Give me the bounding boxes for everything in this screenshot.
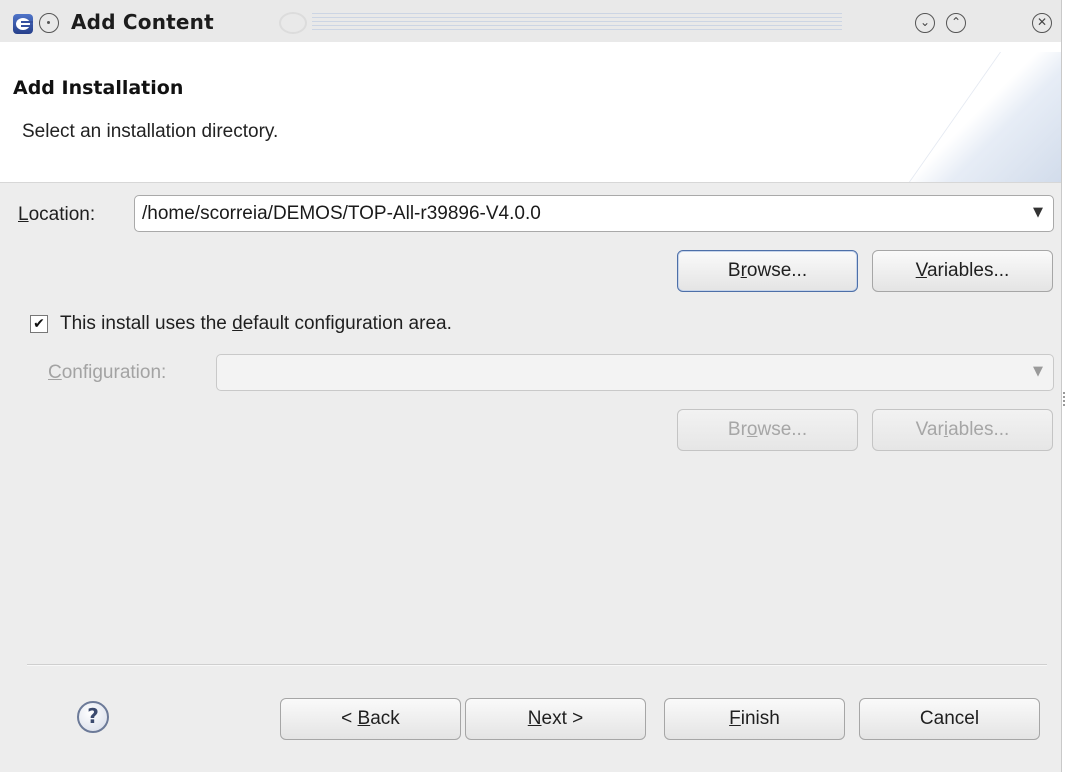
header-banner-graphic <box>911 52 1061 182</box>
back-button[interactable]: < Back <box>280 698 461 740</box>
location-browse-button[interactable]: Browse... <box>677 250 858 292</box>
location-value: /home/scorreia/DEMOS/TOP-All-r39896-V4.0… <box>142 203 541 224</box>
title-bar[interactable]: Add Content ⌄ ⌃ ✕ <box>0 0 1061 42</box>
close-button[interactable]: ✕ <box>1032 13 1052 33</box>
resize-grip[interactable] <box>1063 392 1065 406</box>
footer-separator <box>27 664 1047 666</box>
page-title: Add Installation <box>13 77 184 99</box>
maximize-button[interactable]: ⌃ <box>946 13 966 33</box>
finish-button[interactable]: Finish <box>664 698 845 740</box>
default-config-label[interactable]: This install uses the default configurat… <box>60 313 452 335</box>
title-bar-drag-area[interactable] <box>312 13 842 30</box>
chevron-down-icon: ⌄ <box>919 15 931 29</box>
location-label: Location: <box>18 204 96 225</box>
close-icon: ✕ <box>1036 15 1048 29</box>
chevron-down-icon[interactable]: ▼ <box>1033 364 1043 379</box>
title-decoration <box>279 12 307 34</box>
location-combo[interactable]: /home/scorreia/DEMOS/TOP-All-r39896-V4.0… <box>134 195 1054 232</box>
wizard-header: Add Installation Select an installation … <box>0 42 1061 183</box>
default-config-checkbox[interactable]: ✔ <box>30 315 48 333</box>
next-button[interactable]: Next > <box>465 698 646 740</box>
chevron-up-icon: ⌃ <box>950 15 962 29</box>
checkmark-icon: ✔ <box>33 316 45 332</box>
page-description: Select an installation directory. <box>22 121 279 142</box>
eclipse-app-icon <box>13 14 33 34</box>
configuration-label: Configuration: <box>48 362 167 383</box>
window-menu-icon[interactable] <box>39 13 59 33</box>
window-title: Add Content <box>71 10 214 34</box>
help-icon[interactable]: ? <box>77 701 109 733</box>
chevron-down-icon[interactable]: ▼ <box>1033 205 1043 220</box>
configuration-variables-button[interactable]: Variables... <box>872 409 1053 451</box>
cancel-button[interactable]: Cancel <box>859 698 1040 740</box>
configuration-browse-button[interactable]: Browse... <box>677 409 858 451</box>
location-variables-button[interactable]: Variables... <box>872 250 1053 292</box>
configuration-combo[interactable]: ▼ <box>216 354 1054 391</box>
add-content-dialog: Add Content ⌄ ⌃ ✕ Add Installation Selec… <box>0 0 1062 772</box>
minimize-button[interactable]: ⌄ <box>915 13 935 33</box>
